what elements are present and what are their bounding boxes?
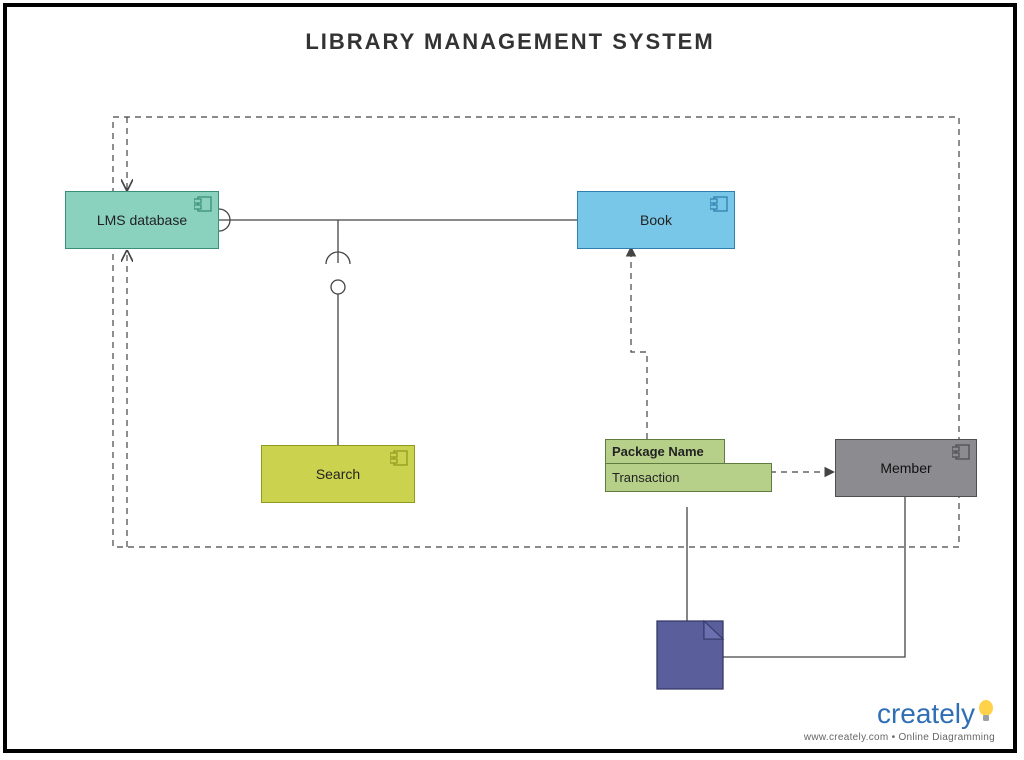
connector-layer [7,7,1013,749]
component-icon [710,196,728,215]
component-icon [390,450,408,469]
component-search: Search [261,445,415,503]
diagram-title: LIBRARY MANAGEMENT SYSTEM [7,29,1013,55]
component-book: Book [577,191,735,249]
package-body: Transaction [606,464,771,491]
component-icon [952,444,970,463]
brand-logo: creately [804,698,995,732]
brand-tagline: www.creately.com • Online Diagramming [804,732,995,743]
component-icon [194,196,212,215]
component-lms-database: LMS database [65,191,219,249]
brand-text: creately [877,698,975,729]
lightbulb-icon [977,699,995,732]
credit-block: creately www.creately.com • Online Diagr… [804,698,995,743]
component-member: Member [835,439,977,497]
package-transaction: Package Name Transaction [605,439,770,492]
package-title: Package Name [606,440,724,463]
diagram-frame: LIBRARY MANAGEMENT SYSTEM [3,3,1017,753]
